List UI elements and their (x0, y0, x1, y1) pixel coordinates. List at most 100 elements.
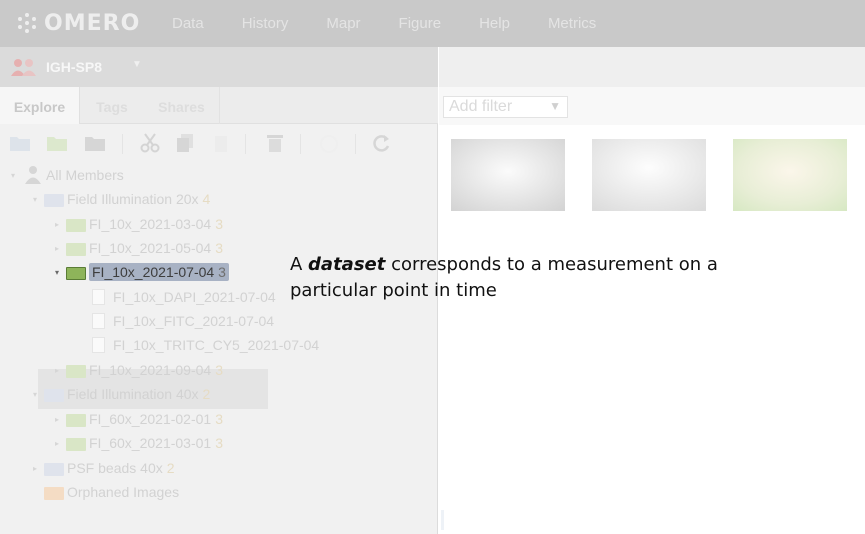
filter-bar: Add filter ▼ (439, 87, 865, 125)
child-count: 3 (215, 435, 223, 451)
tree-node-dataset[interactable]: ▸ FI_60x_2021-03-01 3 (52, 432, 223, 454)
logo-text: OMERO (44, 10, 141, 36)
group-users-icon (11, 59, 36, 76)
nav-metrics[interactable]: Metrics (548, 15, 596, 32)
tree-node-dataset-selected[interactable]: ▾ FI_10x_2021-07-04 3 (52, 261, 229, 283)
add-filter-select[interactable]: Add filter ▼ (443, 96, 568, 118)
user-icon (25, 166, 41, 184)
thumbnail-card[interactable] (727, 137, 851, 259)
new-screen-icon[interactable] (84, 133, 106, 153)
collapse-icon[interactable]: ▾ (30, 195, 40, 204)
new-dataset-icon[interactable] (46, 133, 68, 153)
tree-label: PSF beads 40x (67, 460, 163, 476)
tree-node-all-members[interactable]: ▾ All Members (8, 164, 124, 186)
tree-node-image[interactable]: FI_10x_DAPI_2021-07-04 (90, 286, 276, 308)
chevron-down-icon: ▼ (549, 99, 561, 113)
tree-label: FI_10x_2021-09-04 (89, 362, 212, 378)
tree-label: FI_10x_TRITC_CY5_2021-07-04 (113, 337, 320, 353)
image-file-icon (92, 289, 105, 305)
omero-logo[interactable]: OMERO (14, 9, 140, 37)
toolbar-divider (355, 134, 356, 154)
tree-node-image[interactable]: FI_10x_TRITC_CY5_2021-07-04 (90, 334, 319, 356)
tree-label: Orphaned Images (67, 484, 180, 500)
tree-label: Field Illumination 40x (67, 386, 199, 402)
tab-tags[interactable]: Tags (80, 87, 144, 124)
dataset-folder-icon (66, 412, 86, 427)
tab-shares[interactable]: Shares (144, 87, 220, 124)
project-folder-icon (44, 192, 64, 207)
child-count: 3 (215, 411, 223, 427)
project-folder-icon (44, 461, 64, 476)
tree-label: Field Illumination 20x (67, 191, 199, 207)
tree-label: FI_10x_FITC_2021-07-04 (113, 313, 275, 329)
tree-node-orphaned-images[interactable]: Orphaned Images (30, 481, 179, 503)
child-count: 3 (215, 362, 223, 378)
thumbnail-dapi[interactable] (451, 139, 565, 211)
delete-icon[interactable] (264, 133, 286, 153)
scrollbar[interactable] (441, 510, 444, 530)
tree-node-project[interactable]: ▾ Field Illumination 40x 2 (30, 383, 210, 405)
nav-help[interactable]: Help (479, 15, 510, 32)
paste-icon[interactable] (210, 133, 232, 153)
tree-node-image[interactable]: FI_10x_FITC_2021-07-04 (90, 310, 274, 332)
child-count: 3 (218, 264, 226, 280)
cut-icon[interactable] (139, 133, 161, 153)
tree-label: FI_60x_2021-02-01 (89, 411, 212, 427)
nav-figure[interactable]: Figure (399, 15, 442, 32)
top-navbar: OMERO Data History Mapr Figure Help Metr… (0, 0, 865, 47)
toolbar-divider (245, 134, 246, 154)
annotation-prefix: A (290, 254, 309, 275)
copy-icon[interactable] (175, 133, 197, 153)
expand-icon[interactable]: ▸ (30, 464, 40, 473)
tree-node-project[interactable]: ▸ PSF beads 40x 2 (30, 457, 175, 479)
tree-label: FI_60x_2021-03-01 (89, 435, 212, 451)
group-name: IGH-SP8 (46, 59, 103, 75)
expand-icon[interactable]: ▸ (52, 220, 62, 229)
image-file-icon (92, 337, 105, 353)
nav-data[interactable]: Data (172, 15, 204, 32)
link-icon[interactable] (318, 133, 340, 153)
thumbnail-fitc[interactable] (592, 139, 706, 211)
child-count: 3 (215, 240, 223, 256)
toolbar-divider (300, 134, 301, 154)
collapse-icon[interactable]: ▾ (52, 268, 62, 277)
tab-explore[interactable]: Explore (0, 87, 80, 124)
tree-label: FI_10x_DAPI_2021-07-04 (113, 289, 276, 305)
chevron-down-icon: ▼ (132, 59, 142, 70)
filter-select-value: Add filter (449, 98, 513, 115)
orphaned-folder-icon (44, 485, 64, 500)
thumbnail-card[interactable] (445, 137, 569, 259)
tree-node-project[interactable]: ▾ Field Illumination 20x 4 (30, 188, 210, 210)
refresh-icon[interactable] (370, 133, 392, 153)
dataset-folder-icon (66, 241, 86, 256)
image-file-icon (92, 313, 105, 329)
new-project-icon[interactable] (9, 133, 31, 153)
dataset-folder-icon (66, 363, 86, 378)
child-count: 2 (166, 460, 175, 476)
collapse-icon[interactable]: ▾ (8, 171, 18, 180)
data-tree: ▾ All Members ▾ Field Illumination 20x 4… (0, 164, 438, 534)
collapse-icon[interactable]: ▾ (30, 390, 40, 399)
expand-icon[interactable]: ▸ (52, 244, 62, 253)
thumbnail-tritc[interactable] (733, 139, 847, 211)
child-count: 2 (202, 386, 211, 402)
annotation-callout: A dataset corresponds to a measurement o… (290, 252, 720, 304)
tree-label: FI_10x_2021-07-04 3 (89, 263, 229, 281)
tree-node-dataset[interactable]: ▸ FI_10x_2021-03-04 3 (52, 213, 223, 235)
nav-history[interactable]: History (242, 15, 289, 32)
child-count: 4 (202, 191, 211, 207)
expand-icon[interactable]: ▸ (52, 439, 62, 448)
tree-node-dataset[interactable]: ▸ FI_10x_2021-05-04 3 (52, 237, 223, 259)
thumbnail-card[interactable] (586, 137, 710, 259)
right-header (439, 47, 865, 87)
nav-mapr[interactable]: Mapr (326, 15, 360, 32)
dataset-folder-icon (66, 265, 86, 280)
annotation-emphasis: dataset (308, 254, 386, 275)
group-selector[interactable]: IGH-SP8 ▼ (0, 47, 438, 87)
expand-icon[interactable]: ▸ (52, 366, 62, 375)
tree-node-dataset[interactable]: ▸ FI_60x_2021-02-01 3 (52, 408, 223, 430)
project-folder-icon (44, 387, 64, 402)
expand-icon[interactable]: ▸ (52, 415, 62, 424)
tree-node-dataset[interactable]: ▸ FI_10x_2021-09-04 3 (52, 359, 223, 381)
tree-label: FI_10x_2021-05-04 (89, 240, 212, 256)
